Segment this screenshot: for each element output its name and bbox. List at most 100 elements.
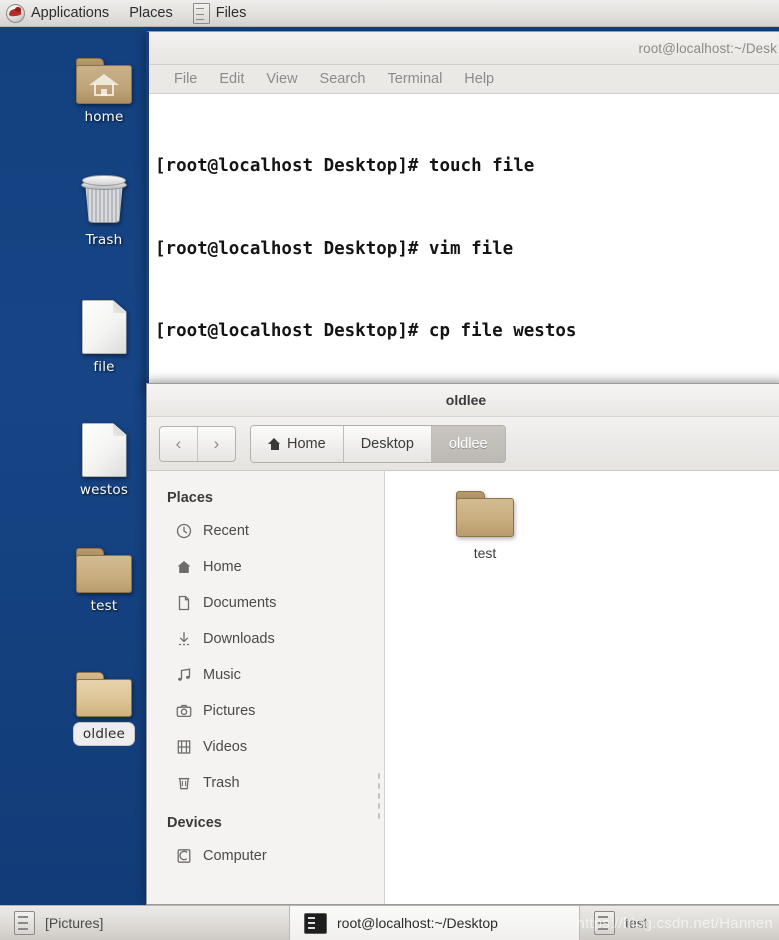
breadcrumb-oldlee[interactable]: oldlee	[430, 425, 505, 462]
terminal-menubar[interactable]: File Edit View Search Terminal Help	[149, 65, 779, 94]
file-manager-window[interactable]: oldlee ‹ › Home Desktop oldlee Places Re…	[146, 383, 779, 905]
home-icon	[175, 558, 193, 576]
sidebar-item-label: Pictures	[203, 703, 256, 719]
breadcrumb-home[interactable]: Home	[251, 425, 343, 462]
folder-icon	[76, 548, 132, 593]
file-manager-title: oldlee	[445, 392, 487, 408]
breadcrumb-desktop[interactable]: Desktop	[342, 425, 431, 462]
folder-home-icon	[76, 58, 132, 104]
sidebar-header-devices: Devices	[167, 815, 222, 831]
menu-edit[interactable]: Edit	[208, 71, 255, 87]
forward-button[interactable]: ›	[197, 426, 235, 461]
nav-button-group[interactable]: ‹ ›	[159, 425, 236, 462]
file-manager-toolbar[interactable]: ‹ › Home Desktop oldlee	[147, 417, 779, 471]
taskbar-item-label: [Pictures]	[45, 915, 104, 931]
taskbar-item-label: root@localhost:~/Desktop	[337, 915, 498, 931]
sidebar-item-label: Downloads	[203, 631, 275, 647]
places-menu[interactable]: Places	[119, 0, 183, 27]
desktop-icon-oldlee[interactable]: oldlee	[56, 672, 152, 746]
sidebar-item-label: Computer	[203, 848, 267, 864]
back-button[interactable]: ‹	[160, 427, 197, 461]
trash-icon	[175, 774, 193, 792]
document-icon	[81, 300, 127, 354]
desktop-icon-trash[interactable]: Trash	[56, 175, 152, 248]
file-item-test[interactable]: test	[430, 491, 540, 561]
files-app-label: Files	[215, 5, 247, 21]
music-note-icon	[175, 666, 193, 684]
breadcrumb-label: Desktop	[360, 435, 414, 452]
desktop-icon-westos[interactable]: westos	[56, 423, 152, 498]
file-item-label: test	[473, 545, 497, 561]
taskbar-item-label: test	[625, 915, 648, 931]
desktop-icon-label: westos	[79, 482, 129, 498]
desktop-icon-label: file	[93, 359, 115, 375]
taskbar[interactable]: [Pictures] root@localhost:~/Desktop test	[0, 905, 779, 940]
sidebar-item-label: Trash	[203, 775, 240, 791]
taskbar-item-pictures[interactable]: [Pictures]	[0, 906, 290, 940]
folder-icon	[456, 491, 514, 537]
terminal-line: [root@localhost Desktop]# touch file	[155, 156, 535, 176]
menu-view[interactable]: View	[255, 71, 308, 87]
file-cabinet-icon	[594, 911, 615, 935]
redhat-logo-icon	[6, 3, 25, 23]
sidebar-item-videos[interactable]: Videos	[147, 729, 384, 765]
taskbar-item-test[interactable]: test	[580, 906, 779, 940]
sidebar-item-label: Videos	[203, 739, 248, 755]
sidebar-header-places: Places	[167, 490, 213, 506]
files-app-indicator[interactable]: Files	[183, 0, 257, 27]
top-panel[interactable]: Applications Places Files	[0, 0, 779, 27]
sidebar-item-label: Recent	[203, 523, 249, 539]
terminal-line: [root@localhost Desktop]# vim file	[155, 238, 514, 259]
desktop-icon-label: test	[90, 598, 118, 614]
clock-icon	[175, 522, 193, 540]
terminal-icon	[304, 912, 327, 934]
sidebar[interactable]: Places Recent Home Documents Downloads M…	[147, 471, 385, 904]
file-manager-titlebar[interactable]: oldlee	[147, 384, 779, 417]
sidebar-item-trash[interactable]: Trash	[147, 765, 384, 801]
folder-icon	[76, 672, 132, 717]
sidebar-resize-grip[interactable]	[377, 771, 380, 819]
menu-help[interactable]: Help	[453, 71, 505, 87]
breadcrumb-label: oldlee	[448, 435, 488, 452]
sidebar-item-label: Music	[203, 667, 241, 683]
terminal-output[interactable]: [root@localhost Desktop]# touch file [ro…	[149, 94, 779, 391]
desktop-icon-label: home	[84, 109, 124, 125]
applications-menu[interactable]: Applications	[0, 0, 119, 27]
sidebar-item-computer[interactable]: Computer	[147, 838, 384, 874]
home-icon	[268, 437, 281, 450]
sidebar-item-music[interactable]: Music	[147, 657, 384, 693]
sidebar-item-recent[interactable]: Recent	[147, 513, 384, 549]
sidebar-item-downloads[interactable]: Downloads	[147, 621, 384, 657]
terminal-window[interactable]: root@localhost:~/Desk File Edit View Sea…	[146, 31, 779, 392]
desktop-icon-home[interactable]: home	[56, 58, 152, 125]
sidebar-item-label: Home	[203, 559, 242, 575]
terminal-line: [root@localhost Desktop]# cp file westos	[155, 321, 577, 341]
desktop-icon-file[interactable]: file	[56, 300, 152, 375]
menu-file[interactable]: File	[163, 71, 208, 87]
applications-menu-label: Applications	[31, 5, 110, 21]
breadcrumb[interactable]: Home Desktop oldlee	[250, 424, 506, 463]
trash-icon	[79, 175, 129, 227]
file-cabinet-icon	[192, 2, 210, 24]
desktop-icon-test[interactable]: test	[56, 548, 152, 614]
file-manager-body: Places Recent Home Documents Downloads M…	[147, 471, 779, 904]
download-icon	[175, 630, 193, 648]
breadcrumb-label: Home	[287, 435, 326, 452]
terminal-title: root@localhost:~/Desk	[638, 40, 777, 56]
sidebar-item-pictures[interactable]: Pictures	[147, 693, 384, 729]
document-icon	[175, 594, 193, 612]
menu-search[interactable]: Search	[309, 71, 377, 87]
computer-icon	[175, 847, 193, 865]
desktop-icon-label: Trash	[85, 232, 123, 248]
film-icon	[175, 738, 193, 756]
document-icon	[81, 423, 127, 477]
terminal-titlebar[interactable]: root@localhost:~/Desk	[149, 32, 779, 65]
menu-terminal[interactable]: Terminal	[377, 71, 454, 87]
taskbar-item-terminal[interactable]: root@localhost:~/Desktop	[290, 906, 580, 940]
camera-icon	[175, 702, 193, 720]
places-menu-label: Places	[129, 5, 173, 21]
sidebar-item-label: Documents	[203, 595, 277, 611]
file-list[interactable]: test	[385, 471, 779, 904]
sidebar-item-home[interactable]: Home	[147, 549, 384, 585]
sidebar-item-documents[interactable]: Documents	[147, 585, 384, 621]
